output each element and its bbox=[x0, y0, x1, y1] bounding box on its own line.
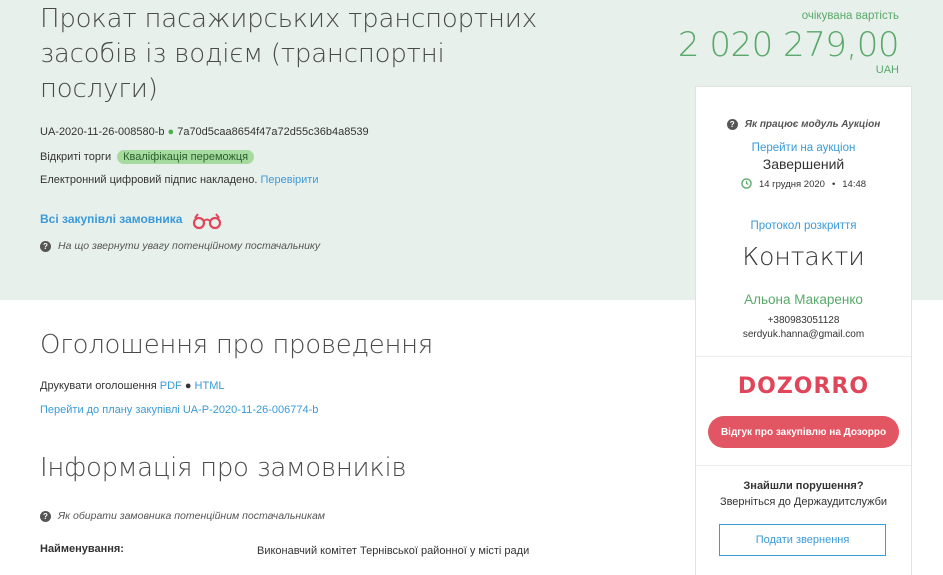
supplier-hint-label: На що звернути увагу потенційному постач… bbox=[58, 240, 321, 252]
expected-value-label: очікувана вартість bbox=[801, 10, 899, 22]
expected-value: 2 020 279,00 bbox=[677, 25, 900, 65]
signature-row: Електронний цифровий підпис накладено. П… bbox=[40, 174, 318, 186]
separator-dot: • bbox=[831, 179, 836, 190]
contact-phone: +380983051128 bbox=[767, 315, 840, 326]
binoculars-icon bbox=[192, 213, 222, 230]
auction-time: 14:48 bbox=[842, 179, 867, 190]
divider bbox=[696, 356, 911, 357]
separator-dot: ● bbox=[167, 126, 175, 138]
contacts-title: Контакти bbox=[742, 242, 865, 271]
side-panel: ? Як працює модуль Аукціон Перейти на аук… bbox=[695, 86, 912, 575]
customer-heading: Інформація про замовників bbox=[40, 453, 407, 483]
protocol-link-row: Протокол розкриття bbox=[696, 220, 911, 232]
status-badge: Кваліфікація переможця bbox=[117, 150, 255, 164]
signature-text: Електронний цифровий підпис накладено. bbox=[40, 174, 258, 186]
go-to-auction-link[interactable]: Перейти на аукціон bbox=[752, 142, 856, 154]
auction-help[interactable]: ? Як працює модуль Аукціон bbox=[696, 119, 911, 130]
customer-name-value: Виконавчий комітет Тернівської районної … bbox=[257, 545, 530, 557]
tender-title: Прокат пасажирських транспортних засобів… bbox=[40, 4, 537, 104]
auction-help-label: Як працює модуль Аукціон bbox=[744, 119, 881, 130]
separator-dot: ● bbox=[184, 380, 192, 392]
verify-signature-link[interactable]: Перевірити bbox=[260, 174, 318, 186]
customer-hint-label: Як обирати замовника потенційним постача… bbox=[58, 510, 325, 522]
contact-email: serdyuk.hanna@gmail.com bbox=[742, 329, 865, 340]
announcement-heading: Оголошення про проведення bbox=[40, 330, 433, 360]
auction-datetime: 14 грудня 2020 • 14:48 bbox=[696, 178, 911, 190]
question-icon: ? bbox=[40, 510, 51, 522]
tender-hash: 7a70d5caa8654f47a72d55c36b4a8539 bbox=[177, 126, 369, 138]
auction-status: Завершений bbox=[762, 156, 845, 172]
procedure-type: Відкриті торги bbox=[40, 151, 112, 163]
contact-name: Альона Макаренко bbox=[744, 292, 863, 307]
customer-hint[interactable]: ? Як обирати замовника потенційним постач… bbox=[40, 510, 325, 522]
question-icon: ? bbox=[40, 240, 51, 252]
procurement-plan-link[interactable]: Перейти до плану закупівлі UA-P-2020-11-… bbox=[40, 404, 318, 416]
currency: UAH bbox=[875, 64, 899, 76]
plan-link-row: Перейти до плану закупівлі UA-P-2020-11-… bbox=[40, 404, 318, 416]
customer-name-label: Найменування: bbox=[40, 543, 124, 555]
procedure-row: Відкриті торги Кваліфікація переможця bbox=[40, 150, 255, 164]
print-pdf-link[interactable]: PDF bbox=[160, 380, 182, 392]
violations-title: Знайшли порушення? bbox=[743, 480, 864, 492]
print-label: Друкувати оголошення bbox=[40, 380, 157, 392]
auction-link-row: Перейти на аукціон bbox=[696, 142, 911, 154]
violations-text: Зверніться до Держаудитслужби bbox=[719, 496, 888, 508]
disclosure-protocol-link[interactable]: Протокол розкриття bbox=[750, 220, 856, 232]
print-row: Друкувати оголошення PDF ● HTML bbox=[40, 380, 224, 392]
supplier-hint[interactable]: ? На що звернути увагу потенційному поста… bbox=[40, 240, 320, 252]
dozorro-review-button[interactable]: Відгук про закупівлю на Дозорро bbox=[708, 416, 899, 448]
question-icon: ? bbox=[726, 119, 738, 130]
auction-date: 14 грудня 2020 bbox=[758, 179, 825, 190]
tender-id-row: UA-2020-11-26-008580-b ● 7a70d5caa8654f47a… bbox=[40, 126, 369, 138]
tender-id: UA-2020-11-26-008580-b bbox=[40, 126, 165, 138]
divider bbox=[696, 465, 911, 466]
submit-appeal-button[interactable]: Подати звернення bbox=[719, 524, 886, 556]
dozorro-logo: DOZORRO bbox=[737, 374, 870, 399]
print-html-link[interactable]: HTML bbox=[195, 380, 225, 392]
clock-icon bbox=[741, 178, 752, 189]
all-customer-purchases-link[interactable]: Всі закупівлі замовника bbox=[40, 212, 182, 226]
